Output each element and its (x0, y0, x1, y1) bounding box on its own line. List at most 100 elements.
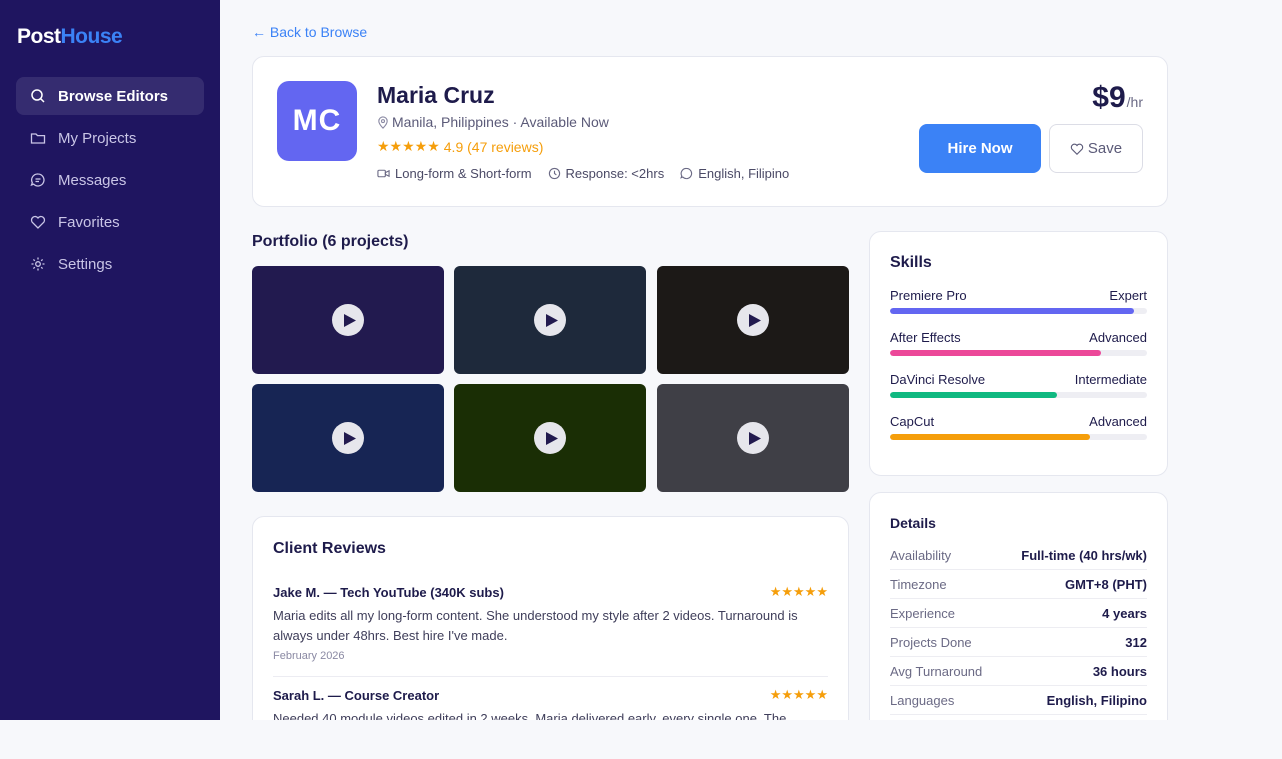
review-author: Jake M. — Tech YouTube (340K subs) (273, 584, 504, 600)
back-to-browse-link[interactable]: ← Back to Browse (252, 24, 367, 40)
detail-row-languages: Languages English, Filipino (890, 686, 1147, 715)
skill-name: After Effects (890, 330, 961, 345)
sidebar-item-label: Favorites (58, 213, 120, 231)
detail-row-experience: Experience 4 years (890, 599, 1147, 628)
search-icon (31, 89, 45, 103)
detail-row-projects-done: Projects Done 312 (890, 628, 1147, 657)
skill-level: Advanced (1089, 414, 1147, 429)
sidebar-item-label: Browse Editors (58, 87, 169, 105)
skills-title: Skills (890, 254, 932, 271)
skill-name: DaVinci Resolve (890, 372, 986, 387)
skill-item: CapCut Advanced (890, 414, 1147, 440)
location-pin-icon (378, 115, 388, 129)
editor-meta: Long-form & Short-form Response: <2hrs E… (377, 166, 805, 181)
folder-icon (30, 133, 46, 144)
sidebar-item-label: Settings (58, 255, 113, 273)
skill-bar-track (890, 350, 1147, 356)
skill-bar-fill (890, 308, 1135, 314)
sidebar-item-label: My Projects (58, 129, 137, 147)
sidebar-item-favorites[interactable]: Favorites (16, 203, 204, 241)
meta-format: Long-form & Short-form (377, 166, 532, 181)
portfolio-video-1[interactable] (252, 266, 444, 374)
sidebar-item-browse-editors[interactable]: Browse Editors (16, 77, 204, 115)
rating-text[interactable]: 4.9 (47 reviews) (444, 139, 544, 155)
meta-languages: English, Filipino (680, 166, 789, 181)
client-reviews-card: Client Reviews Jake M. — Tech YouTube (3… (252, 516, 849, 720)
app-window: PostHouse Browse Editors My Projects Mes… (0, 0, 1282, 720)
save-label: Save (1087, 140, 1123, 157)
skill-level: Expert (1109, 288, 1147, 303)
play-icon (737, 304, 769, 336)
meta-response: Response: <2hrs (548, 166, 665, 181)
skill-item: DaVinci Resolve Intermediate (890, 372, 1147, 398)
skill-level: Intermediate (1074, 372, 1147, 387)
review-stars: ★★★★★ (769, 584, 828, 599)
hourly-rate: $9 /hr (1092, 81, 1143, 115)
review-stars: ★★★★★ (769, 687, 828, 702)
play-icon (534, 422, 566, 454)
detail-value: English, Filipino (1046, 692, 1147, 708)
detail-key: Availability (890, 547, 952, 563)
meta-format-text: Long-form & Short-form (395, 166, 532, 181)
skill-bar-track (890, 434, 1147, 440)
skill-name: Premiere Pro (890, 288, 967, 303)
meta-response-text: Response: <2hrs (565, 166, 665, 181)
portfolio-video-6[interactable] (657, 384, 849, 492)
review-author: Sarah L. — Course Creator (273, 687, 440, 703)
clock-icon (548, 167, 560, 180)
meta-languages-text: English, Filipino (698, 166, 790, 181)
reviews-title: Client Reviews (273, 540, 386, 557)
skill-bar-fill (890, 392, 1058, 398)
detail-value: 4 years (1102, 605, 1147, 621)
portfolio-video-5[interactable] (454, 384, 646, 492)
price-value: $9 (1092, 81, 1126, 114)
play-icon (534, 304, 566, 336)
details-title: Details (890, 515, 936, 531)
editor-name: Maria Cruz (377, 82, 495, 108)
detail-key: Avg Turnaround (890, 663, 983, 679)
portfolio-video-3[interactable] (657, 266, 849, 374)
editor-location-text: Manila, Philippines · Available Now (392, 114, 609, 130)
skill-name: CapCut (890, 414, 935, 429)
detail-row-timezone: Timezone GMT+8 (PHT) (890, 570, 1147, 599)
rating-stars: ★★★★★ (377, 138, 440, 154)
video-icon (377, 169, 390, 178)
detail-value: 36 hours (1092, 663, 1147, 679)
hire-now-button[interactable]: Hire Now (919, 124, 1041, 173)
review-divider (273, 676, 828, 677)
detail-row-availability: Availability Full-time (40 hrs/wk) (890, 541, 1147, 570)
detail-row-avg-turnaround: Avg Turnaround 36 hours (890, 657, 1147, 686)
sidebar-item-my-projects[interactable]: My Projects (16, 119, 204, 157)
sidebar-item-settings[interactable]: Settings (16, 245, 204, 283)
detail-value: 312 (1125, 634, 1147, 650)
brand-logo-part1: Post (17, 25, 61, 48)
main-content: ← Back to Browse MC Maria Cruz Manila, P… (220, 0, 1282, 720)
avatar: MC (277, 81, 357, 161)
skill-bar-track (890, 392, 1147, 398)
heart-icon (1070, 143, 1084, 155)
details-card: Details Availability Full-time (40 hrs/wk… (869, 492, 1168, 720)
editor-location: Manila, Philippines · Available Now (377, 114, 609, 130)
skill-item: After Effects Advanced (890, 330, 1147, 356)
save-button[interactable]: Save (1049, 124, 1143, 173)
portfolio-title: Portfolio (6 projects) (252, 233, 409, 250)
detail-key: Languages (890, 692, 955, 708)
heart-icon (30, 215, 46, 229)
portfolio-video-4[interactable] (252, 384, 444, 492)
profile-card: MC Maria Cruz Manila, Philippines · Avai… (252, 56, 1168, 207)
skill-item: Premiere Pro Expert (890, 288, 1147, 314)
detail-key: Experience (890, 605, 956, 621)
price-unit: /hr (1126, 94, 1143, 110)
skill-bar-track (890, 308, 1147, 314)
skill-bar-fill (890, 434, 1091, 440)
detail-value: GMT+8 (PHT) (1065, 576, 1147, 592)
detail-key: Timezone (890, 576, 947, 592)
skill-bar-fill (890, 350, 1101, 356)
sidebar-item-messages[interactable]: Messages (16, 161, 204, 199)
review-text: Needed 40 module videos edited in 2 week… (273, 711, 787, 720)
play-icon (737, 422, 769, 454)
brand-logo[interactable]: PostHouse (17, 25, 123, 49)
sidebar-nav: Browse Editors My Projects Messages Favo… (16, 77, 204, 287)
brand-logo-part2: House (60, 25, 123, 48)
portfolio-video-2[interactable] (454, 266, 646, 374)
